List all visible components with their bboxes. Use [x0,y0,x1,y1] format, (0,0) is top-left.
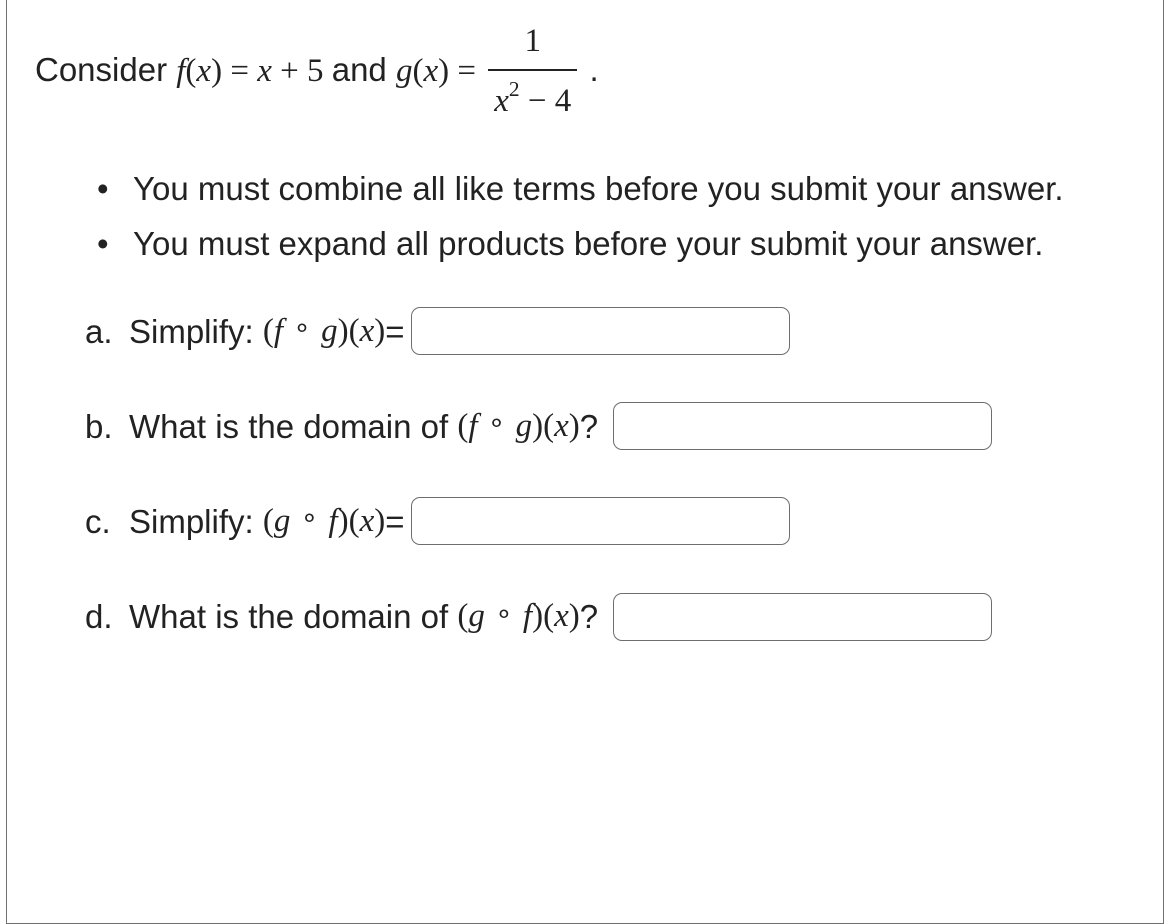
compose-icon: ∘ [493,599,515,630]
question-b: b. What is the domain of (f ∘ g)(x) ? [85,401,1135,452]
question-panel: Consider f(x) = x + 5 and g(x) = 1 x2 − … [6,0,1164,924]
intro-lead: Consider [35,51,176,88]
question-label: b. [85,401,129,452]
problem-statement: Consider f(x) = x + 5 and g(x) = 1 x2 − … [35,18,1135,129]
question-a: a. Simplify: (f ∘ g)(x) = [85,306,1135,357]
answer-input-b[interactable] [613,402,992,450]
question-d: d. What is the domain of (g ∘ f)(x) ? [85,591,1135,642]
question-c: c. Simplify: (g ∘ f)(x) = [85,496,1135,547]
answer-input-a[interactable] [411,307,790,355]
question-text: What is the domain of [129,401,448,452]
question-label: c. [85,496,129,547]
question-label: a. [85,306,129,357]
compose-icon: ∘ [486,408,508,439]
answer-input-d[interactable] [613,593,992,641]
g-name: g [396,53,413,89]
answer-input-c[interactable] [411,497,790,545]
instruction-item: You must expand all products before your… [97,218,1135,269]
fraction: 1 x2 − 4 [488,16,577,127]
instruction-item: You must combine all like terms before y… [97,163,1135,214]
instruction-list: You must combine all like terms before y… [97,163,1135,269]
question-list: a. Simplify: (f ∘ g)(x) = b. What is the… [85,306,1135,643]
compose-icon: ∘ [291,313,313,344]
compose-icon: ∘ [299,503,321,534]
question-text: What is the domain of [129,591,448,642]
question-text: Simplify: [129,496,254,547]
question-label: d. [85,591,129,642]
question-text: Simplify: [129,306,254,357]
